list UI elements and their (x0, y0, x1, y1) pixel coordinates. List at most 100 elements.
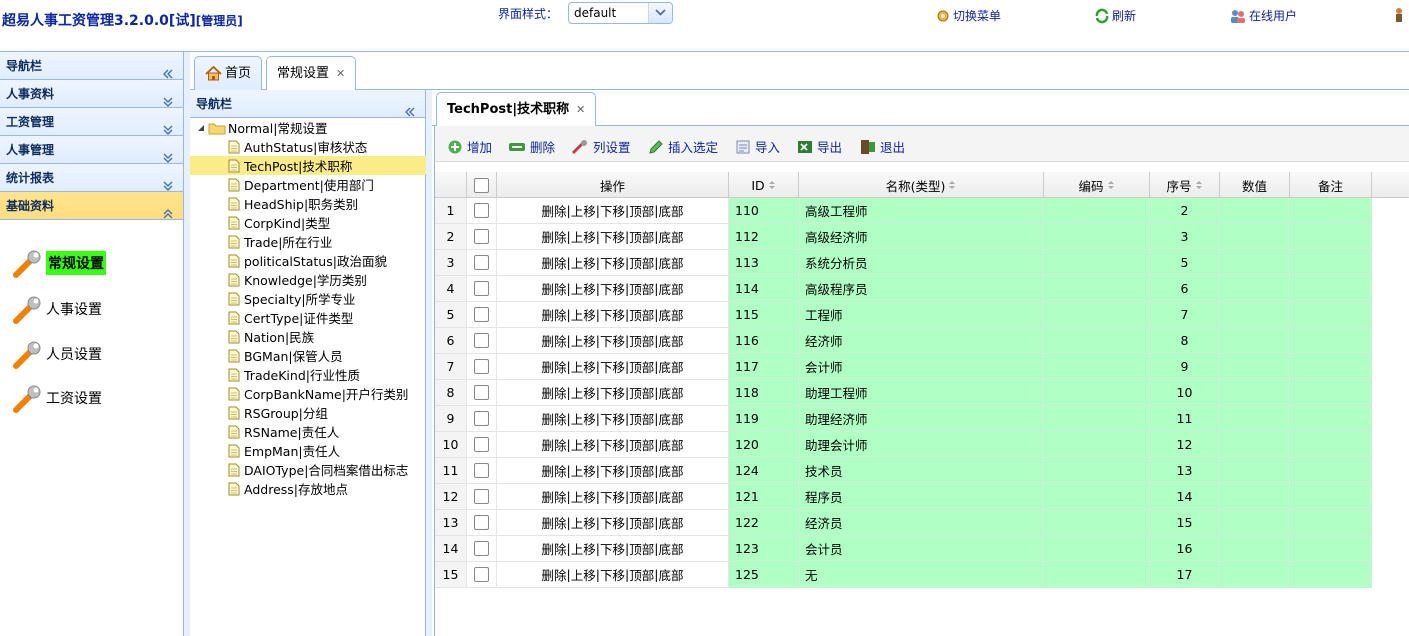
header-code[interactable]: 编码 (1044, 172, 1150, 198)
row-op-del[interactable]: 删除 (542, 487, 567, 506)
table-row[interactable]: 4 删除 | 上移 | 下移 | 顶部 | 底部 114 高级程序员 6 (435, 276, 1372, 302)
tree-node[interactable]: RSName|责任人 (190, 422, 426, 441)
cell-note[interactable] (1290, 250, 1372, 276)
cell-value[interactable] (1220, 406, 1290, 432)
link-hr-settings[interactable]: 人事设置 (12, 292, 102, 326)
cell-id[interactable]: 113 (729, 250, 799, 276)
tree-node[interactable]: CorpKind|类型 (190, 213, 426, 232)
cell-value[interactable] (1220, 328, 1290, 354)
cell-name[interactable]: 会计员 (799, 536, 1044, 562)
row-op-top[interactable]: 顶部 (629, 383, 654, 402)
cell-value[interactable] (1220, 224, 1290, 250)
row-op-up[interactable]: 上移 (571, 435, 596, 454)
tree-node[interactable]: TechPost|技术职称 (190, 156, 426, 175)
cell-code[interactable] (1044, 250, 1150, 276)
row-op-bottom[interactable]: 底部 (658, 539, 683, 558)
cell-value[interactable] (1220, 276, 1290, 302)
cell-note[interactable] (1290, 198, 1372, 224)
cell-name[interactable]: 高级工程师 (799, 198, 1044, 224)
cell-seq[interactable]: 9 (1150, 354, 1220, 380)
row-op-bottom[interactable]: 底部 (658, 357, 683, 376)
row-op-del[interactable]: 删除 (542, 331, 567, 350)
cell-note[interactable] (1290, 510, 1372, 536)
row-op-down[interactable]: 下移 (600, 383, 625, 402)
row-op-up[interactable]: 上移 (571, 279, 596, 298)
row-op-bottom[interactable]: 底部 (658, 383, 683, 402)
row-op-bottom[interactable]: 底部 (658, 279, 683, 298)
row-checkbox[interactable] (474, 359, 489, 374)
row-op-bottom[interactable]: 底部 (658, 513, 683, 532)
cell-seq[interactable]: 2 (1150, 198, 1220, 224)
cell-code[interactable] (1044, 328, 1150, 354)
row-op-del[interactable]: 删除 (542, 305, 567, 324)
cell-id[interactable]: 110 (729, 198, 799, 224)
row-op-down[interactable]: 下移 (600, 331, 625, 350)
link-payroll-settings[interactable]: 工资设置 (12, 381, 102, 415)
export-button[interactable]: 导出 (797, 137, 842, 156)
close-icon[interactable]: ✕ (576, 94, 585, 126)
row-checkbox[interactable] (474, 515, 489, 530)
cell-note[interactable] (1290, 302, 1372, 328)
cell-name[interactable]: 高级经济师 (799, 224, 1044, 250)
row-op-bottom[interactable]: 底部 (658, 331, 683, 350)
cell-seq[interactable]: 13 (1150, 458, 1220, 484)
cell-code[interactable] (1044, 354, 1150, 380)
delete-button[interactable]: 删除 (508, 137, 555, 156)
expanded-triangle-icon[interactable] (196, 123, 206, 133)
cell-seq[interactable]: 6 (1150, 276, 1220, 302)
row-op-down[interactable]: 下移 (600, 253, 625, 272)
row-op-up[interactable]: 上移 (571, 305, 596, 324)
tree-node[interactable]: Department|使用部门 (190, 175, 426, 194)
table-row[interactable]: 2 删除 | 上移 | 下移 | 顶部 | 底部 112 高级经济师 3 (435, 224, 1372, 250)
cell-id[interactable]: 120 (729, 432, 799, 458)
row-op-up[interactable]: 上移 (571, 227, 596, 246)
row-op-del[interactable]: 删除 (542, 409, 567, 428)
cell-note[interactable] (1290, 484, 1372, 510)
row-op-down[interactable]: 下移 (600, 305, 625, 324)
cell-code[interactable] (1044, 510, 1150, 536)
cell-seq[interactable]: 8 (1150, 328, 1220, 354)
cell-note[interactable] (1290, 224, 1372, 250)
row-op-del[interactable]: 删除 (542, 201, 567, 220)
cell-seq[interactable]: 14 (1150, 484, 1220, 510)
header-note[interactable]: 备注 (1290, 172, 1372, 198)
row-op-bottom[interactable]: 底部 (658, 305, 683, 324)
accordion-personnel-data[interactable]: 人事资料 (0, 80, 183, 108)
row-checkbox[interactable] (474, 567, 489, 582)
cell-value[interactable] (1220, 510, 1290, 536)
cell-note[interactable] (1290, 458, 1372, 484)
header-value[interactable]: 数值 (1220, 172, 1290, 198)
cell-seq[interactable]: 5 (1150, 250, 1220, 276)
tree-node[interactable]: HeadShip|职务类别 (190, 194, 426, 213)
table-row[interactable]: 3 删除 | 上移 | 下移 | 顶部 | 底部 113 系统分析员 5 (435, 250, 1372, 276)
switch-menu-button[interactable]: 切换菜单 (935, 7, 1001, 24)
table-row[interactable]: 7 删除 | 上移 | 下移 | 顶部 | 底部 117 会计师 9 (435, 354, 1372, 380)
row-op-down[interactable]: 下移 (600, 435, 625, 454)
row-op-del[interactable]: 删除 (542, 279, 567, 298)
cell-name[interactable]: 助理经济师 (799, 406, 1044, 432)
header-seq[interactable]: 序号 (1150, 172, 1220, 198)
cell-name[interactable]: 无 (799, 562, 1044, 588)
row-op-bottom[interactable]: 底部 (658, 201, 683, 220)
cell-seq[interactable]: 11 (1150, 406, 1220, 432)
row-op-up[interactable]: 上移 (571, 565, 596, 584)
cell-note[interactable] (1290, 432, 1372, 458)
cell-seq[interactable]: 17 (1150, 562, 1220, 588)
close-icon[interactable]: ✕ (336, 58, 345, 90)
row-op-top[interactable]: 顶部 (629, 435, 654, 454)
row-op-top[interactable]: 顶部 (629, 253, 654, 272)
insert-selected-button[interactable]: 插入选定 (648, 137, 718, 156)
cell-id[interactable]: 117 (729, 354, 799, 380)
row-op-del[interactable]: 删除 (542, 539, 567, 558)
row-op-up[interactable]: 上移 (571, 487, 596, 506)
row-op-del[interactable]: 删除 (542, 357, 567, 376)
column-settings-button[interactable]: 列设置 (571, 137, 631, 156)
cell-code[interactable] (1044, 432, 1150, 458)
cell-code[interactable] (1044, 458, 1150, 484)
table-row[interactable]: 8 删除 | 上移 | 下移 | 顶部 | 底部 118 助理工程师 10 (435, 380, 1372, 406)
row-op-down[interactable]: 下移 (600, 539, 625, 558)
cell-seq[interactable]: 7 (1150, 302, 1220, 328)
row-op-top[interactable]: 顶部 (629, 357, 654, 376)
row-op-down[interactable]: 下移 (600, 279, 625, 298)
cell-name[interactable]: 高级程序员 (799, 276, 1044, 302)
